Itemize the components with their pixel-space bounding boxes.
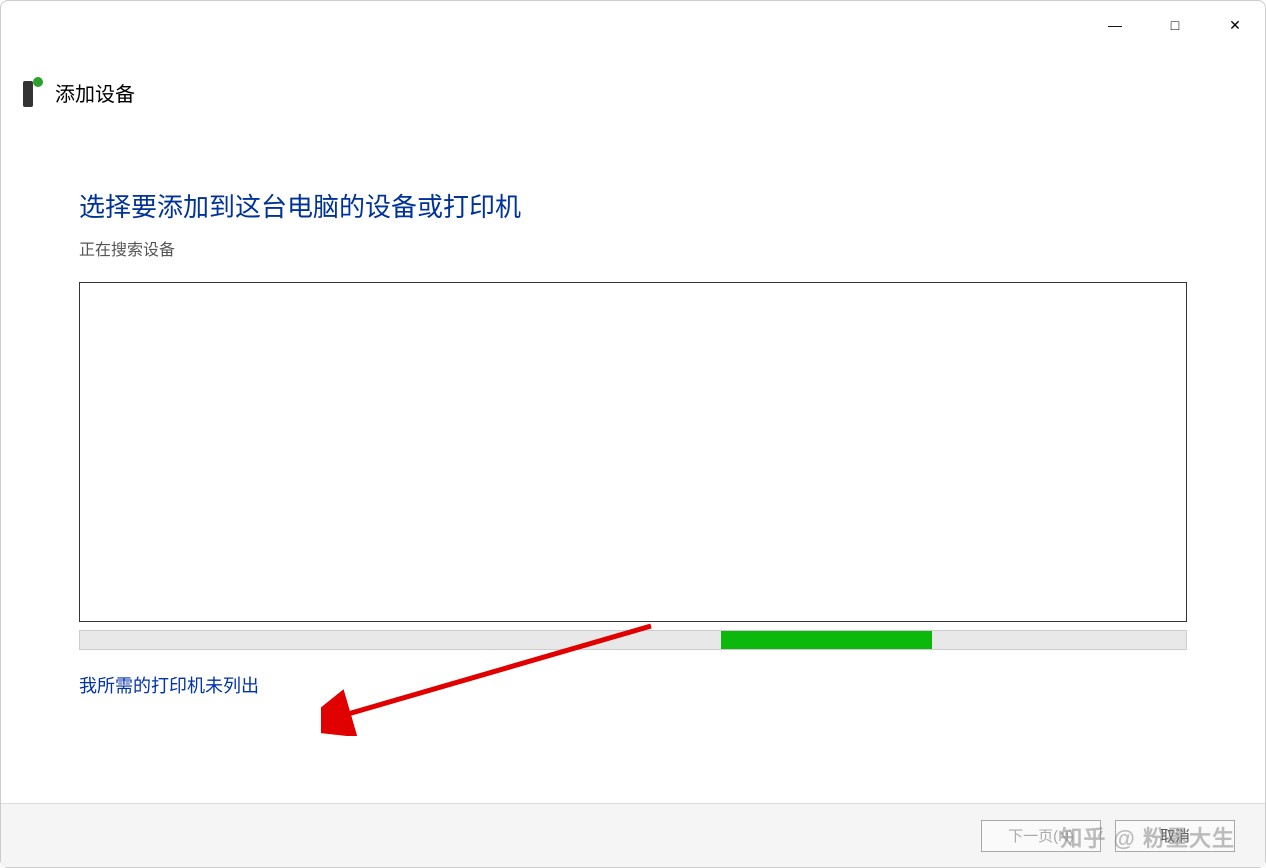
main-heading: 选择要添加到这台电脑的设备或打印机 <box>79 187 1187 224</box>
next-button[interactable]: 下一页(N) <box>981 820 1101 852</box>
titlebar: — □ ✕ <box>1 1 1265 49</box>
add-device-dialog: — □ ✕ 添加设备 选择要添加到这台电脑的设备或打印机 正在搜索设备 我所需的… <box>0 0 1266 868</box>
device-icon <box>21 77 43 107</box>
printer-not-listed-link[interactable]: 我所需的打印机未列出 <box>79 672 1187 698</box>
progress-bar <box>79 630 1187 650</box>
cancel-button[interactable]: 取消 <box>1115 820 1235 852</box>
progress-segment <box>721 631 931 649</box>
minimize-button[interactable]: — <box>1085 5 1145 45</box>
dialog-header: 添加设备 <box>1 49 1265 127</box>
content-area: 选择要添加到这台电脑的设备或打印机 正在搜索设备 我所需的打印机未列出 <box>1 127 1265 803</box>
device-list[interactable] <box>79 282 1187 622</box>
maximize-button[interactable]: □ <box>1145 5 1205 45</box>
dialog-footer: 下一页(N) 取消 <box>1 803 1265 867</box>
search-status: 正在搜索设备 <box>79 236 1187 260</box>
close-button[interactable]: ✕ <box>1205 5 1265 45</box>
window-controls: — □ ✕ <box>1085 5 1265 45</box>
dialog-title: 添加设备 <box>55 78 135 107</box>
